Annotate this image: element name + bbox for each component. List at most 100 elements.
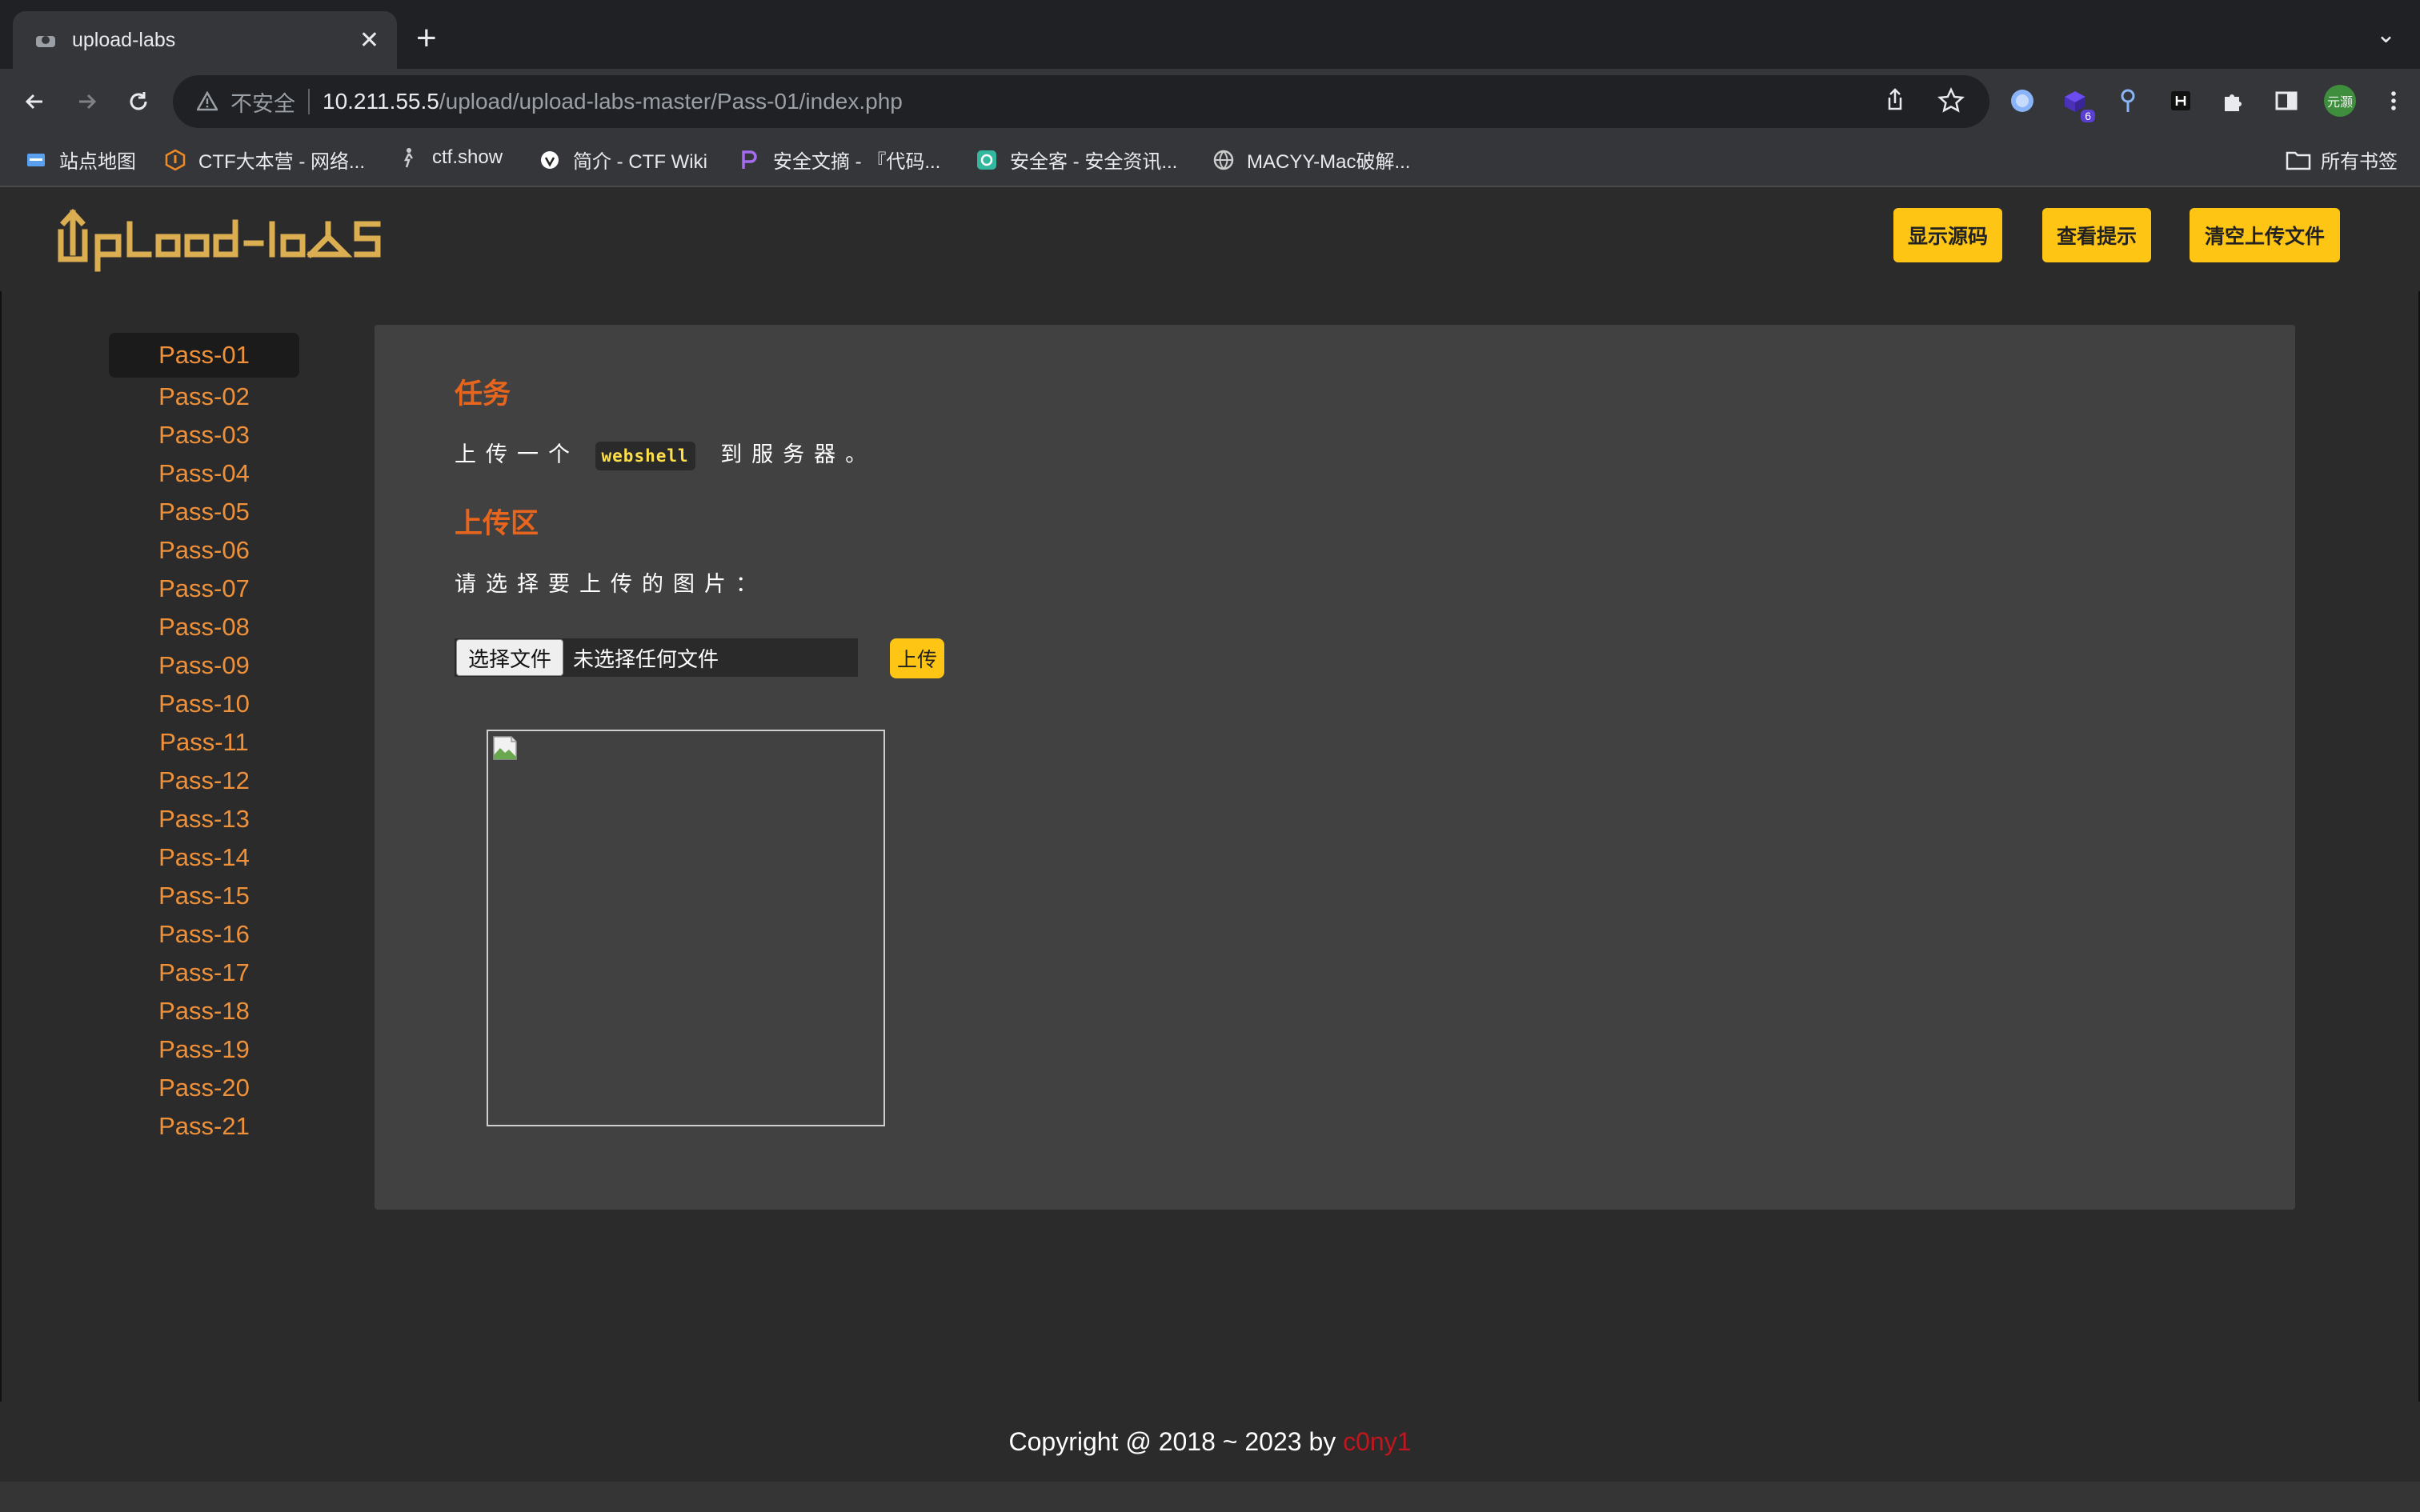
- extension-h-icon[interactable]: [2166, 86, 2196, 116]
- menu-item-pass-02[interactable]: Pass-02: [109, 378, 299, 416]
- footer: Copyright @ 2018 ~ 2023 by c0ny1: [0, 1402, 2420, 1482]
- menu-item-pass-19[interactable]: Pass-19: [109, 1030, 299, 1069]
- no-file-label: 未选择任何文件: [573, 646, 719, 671]
- ctfwiki-icon: [538, 148, 562, 172]
- url-text[interactable]: 10.211.55.5/upload/upload-labs-master/Pa…: [323, 89, 903, 114]
- bookmark-item[interactable]: ctf.show: [397, 146, 503, 170]
- extension-circle-icon[interactable]: [2007, 86, 2037, 116]
- menu-item-pass-13[interactable]: Pass-13: [109, 800, 299, 838]
- profile-avatar[interactable]: 元灏: [2324, 85, 2356, 117]
- sitemap-icon: [24, 148, 48, 172]
- menu-item-pass-07[interactable]: Pass-07: [109, 570, 299, 608]
- extension-pin-icon[interactable]: [2113, 86, 2143, 116]
- close-tab-icon[interactable]: ✕: [359, 26, 379, 54]
- bookmark-item[interactable]: CTF大本营 - 网络...: [163, 146, 365, 174]
- bookmark-label: CTF大本营 - 网络...: [198, 151, 365, 173]
- bookmark-item[interactable]: 安全客 - 安全资讯...: [975, 146, 1177, 174]
- site-header: 显示源码 查看提示 清空上传文件: [0, 187, 2420, 293]
- task-text-after: 到服务器。: [720, 442, 877, 466]
- share-icon[interactable]: [1881, 86, 1909, 115]
- challenge-panel: 任务 上传一个 webshell 到服务器。 上传区 请选择要上传的图片： 选择…: [375, 325, 2295, 1210]
- menu-item-pass-16[interactable]: Pass-16: [109, 915, 299, 954]
- menu-item-pass-09[interactable]: Pass-09: [109, 646, 299, 685]
- webshell-code: webshell: [595, 442, 695, 470]
- menu-item-pass-04[interactable]: Pass-04: [109, 454, 299, 493]
- folder-icon: [2286, 151, 2311, 170]
- menu-item-pass-18[interactable]: Pass-18: [109, 992, 299, 1030]
- menu-item-pass-03[interactable]: Pass-03: [109, 416, 299, 454]
- ctf-camp-icon: [163, 148, 187, 172]
- browser-menu-icon[interactable]: [2378, 86, 2409, 116]
- menu-item-pass-20[interactable]: Pass-20: [109, 1069, 299, 1107]
- menu-item-pass-17[interactable]: Pass-17: [109, 954, 299, 992]
- all-bookmarks-label: 所有书签: [2321, 151, 2398, 173]
- menu-item-pass-15[interactable]: Pass-15: [109, 877, 299, 915]
- address-bar[interactable]: 不安全 10.211.55.5/upload/upload-labs-maste…: [173, 75, 1989, 128]
- menu-item-pass-12[interactable]: Pass-12: [109, 762, 299, 800]
- new-tab-icon[interactable]: +: [416, 16, 437, 61]
- bookmark-item[interactable]: MACYY-Mac破解...: [1212, 146, 1410, 174]
- task-text-before: 上传一个: [455, 442, 579, 466]
- menu-item-pass-05[interactable]: Pass-05: [109, 493, 299, 531]
- browser-tab[interactable]: upload-labs ✕: [13, 11, 397, 69]
- pass-menu: Pass-01 Pass-02 Pass-03 Pass-04 Pass-05 Pass-…: [109, 333, 299, 1146]
- clear-uploads-button[interactable]: 清空上传文件: [2190, 208, 2340, 262]
- show-source-button[interactable]: 显示源码: [1893, 208, 2002, 262]
- not-secure-warning-icon[interactable]: [197, 91, 218, 112]
- copyright-text: Copyright @ 2018 ~ 2023 by: [1008, 1427, 1344, 1456]
- menu-item-pass-14[interactable]: Pass-14: [109, 838, 299, 877]
- menu-item-pass-21[interactable]: Pass-21: [109, 1107, 299, 1146]
- anquanke-icon: [975, 148, 999, 172]
- bookmark-item[interactable]: 站点地图: [24, 146, 136, 174]
- url-path: /upload/upload-labs-master/Pass-01/index…: [439, 89, 903, 114]
- menu-item-pass-01[interactable]: Pass-01: [109, 333, 299, 378]
- security-digest-icon: [738, 148, 762, 172]
- url-host: 10.211.55.5: [323, 89, 439, 114]
- tab-search-icon[interactable]: ⌄: [2376, 21, 2396, 49]
- bookmark-label: 安全客 - 安全资讯...: [1010, 151, 1178, 173]
- upload-labs-logo[interactable]: [56, 205, 432, 272]
- side-panel-icon[interactable]: [2271, 86, 2302, 116]
- author-link[interactable]: c0ny1: [1343, 1427, 1411, 1456]
- bookmark-item[interactable]: 简介 - CTF Wiki: [538, 146, 707, 174]
- omnibox-divider: [308, 89, 310, 114]
- bookmark-label: ctf.show: [432, 146, 503, 168]
- extension-badge: 6: [2081, 110, 2095, 122]
- menu-item-pass-10[interactable]: Pass-10: [109, 685, 299, 723]
- browser-toolbar: 不安全 10.211.55.5/upload/upload-labs-maste…: [0, 69, 2420, 134]
- view-hint-button[interactable]: 查看提示: [2042, 208, 2151, 262]
- menu-item-pass-06[interactable]: Pass-06: [109, 531, 299, 570]
- choose-file-button[interactable]: 选择文件: [456, 639, 564, 676]
- broken-image-icon: [493, 736, 517, 760]
- task-description: 上传一个 webshell 到服务器。: [455, 437, 877, 470]
- menu-item-pass-08[interactable]: Pass-08: [109, 608, 299, 646]
- task-heading: 任务: [455, 378, 511, 410]
- main-content: Pass-01 Pass-02 Pass-03 Pass-04 Pass-05 Pass-…: [0, 291, 2420, 1403]
- tab-title: upload-labs: [72, 28, 176, 51]
- extension-cube-icon[interactable]: 6: [2060, 86, 2095, 122]
- reload-icon[interactable]: [118, 82, 158, 122]
- file-input[interactable]: 选择文件 未选择任何文件: [455, 638, 858, 677]
- upload-submit-button[interactable]: 上传: [890, 638, 944, 678]
- bookmark-label: 安全文摘 - 『代码...: [773, 151, 941, 173]
- bookmark-item[interactable]: 安全文摘 - 『代码...: [738, 146, 940, 174]
- browser-tabstrip: upload-labs ✕ + ⌄: [0, 0, 2420, 69]
- site-favicon-icon: [36, 36, 55, 47]
- bookmark-label: MACYY-Mac破解...: [1247, 151, 1411, 173]
- bookmark-label: 站点地图: [59, 151, 136, 173]
- image-preview: [487, 730, 885, 1126]
- back-icon[interactable]: [14, 82, 54, 122]
- menu-item-pass-11[interactable]: Pass-11: [109, 723, 299, 762]
- bookmark-label: 简介 - CTF Wiki: [573, 151, 707, 173]
- globe-icon: [1212, 148, 1236, 172]
- ctfshow-icon: [397, 146, 421, 170]
- security-label[interactable]: 不安全: [230, 86, 295, 118]
- bookmark-star-icon[interactable]: [1937, 86, 1965, 115]
- forward-icon[interactable]: [67, 82, 107, 122]
- extensions-puzzle-icon[interactable]: [2218, 86, 2249, 116]
- bottom-strip: [0, 1482, 2420, 1512]
- upload-heading: 上传区: [455, 508, 539, 539]
- bookmarks-bar: 站点地图 CTF大本营 - 网络... ctf.show 简介 - CTF Wi…: [0, 134, 2420, 187]
- all-bookmarks[interactable]: 所有书签: [2286, 146, 2398, 174]
- upload-prompt: 请选择要上传的图片：: [455, 572, 767, 596]
